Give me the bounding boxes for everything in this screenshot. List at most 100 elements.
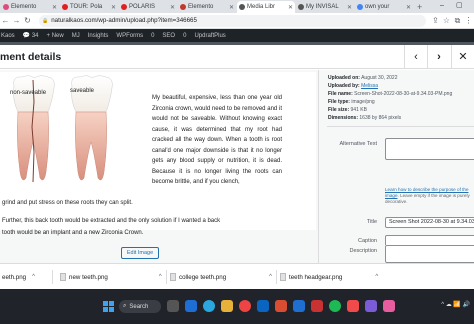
browser-tab-active[interactable]: Media Libr ✕ [237, 1, 295, 13]
admin-bar-updraftplus[interactable]: UpdraftPlus [194, 33, 225, 39]
admin-bar-mj[interactable]: MJ [72, 33, 80, 39]
forward-icon[interactable]: → [11, 16, 22, 25]
search-icon: ⌕ [123, 303, 127, 309]
system-tray[interactable]: ^ ☁ 📶 🔊 [441, 301, 470, 308]
browser-tab[interactable]: Elemento ✕ [1, 1, 59, 13]
windows-taskbar: ⌕ Search ^ ☁ 📶 🔊 [0, 290, 474, 324]
caption-label: Caption [358, 238, 377, 244]
admin-bar-new[interactable]: + New [47, 33, 64, 39]
close-tab-icon[interactable]: ✕ [347, 4, 352, 11]
admin-bar-badge: 0 [183, 32, 187, 39]
url-text: naturalkaos.com/wp-admin/upload.php?item… [51, 17, 197, 24]
description-label: Description [349, 248, 377, 254]
chevron-up-icon[interactable]: ^ [375, 274, 378, 280]
divider [52, 270, 53, 284]
file-explorer-icon[interactable] [221, 300, 233, 312]
tab-favicon-icon [3, 4, 9, 10]
download-item[interactable]: eeth.png ^ [2, 268, 35, 286]
title-input[interactable]: Screen Shot 2022-08-30 at 9.34.03 PM [385, 217, 474, 228]
spotify-icon[interactable] [329, 300, 341, 312]
uploaded-by-link[interactable]: Melissa [361, 83, 378, 89]
label-non-saveable: non-saveable [10, 90, 47, 96]
browser-tab[interactable]: My INVISAL ✕ [296, 1, 354, 13]
chrome-icon[interactable] [239, 300, 251, 312]
modal-header: ment details ‹ › ✕ [0, 45, 474, 69]
browser-tab[interactable]: TOUR: Pola ✕ [60, 1, 118, 13]
widgets-icon[interactable] [185, 300, 197, 312]
admin-bar-site[interactable]: Kaos [1, 33, 15, 39]
description-input[interactable] [385, 245, 474, 263]
attachment-info-sidebar: Uploaded on: August 30, 2022 Uploaded by… [318, 70, 474, 263]
tab-favicon-icon [121, 4, 127, 10]
attachment-media-view: non-saveable saveable My beautiful, expe… [0, 70, 318, 263]
share-icon[interactable]: ⇪ [430, 16, 441, 25]
attachment-details-modal: ment details ‹ › ✕ non-saveable saveable… [0, 45, 474, 263]
close-tab-icon[interactable]: ✕ [52, 4, 57, 11]
close-modal-button[interactable]: ✕ [451, 45, 474, 69]
file-icon [170, 273, 176, 281]
chevron-up-icon[interactable]: ^ [269, 274, 272, 280]
alt-text-label: Alternative Text [339, 141, 377, 147]
url-input[interactable]: 🔒 naturalkaos.com/wp-admin/upload.php?ite… [39, 14, 426, 27]
modal-title: ment details [0, 51, 62, 63]
chevron-up-icon[interactable]: ^ [159, 274, 162, 280]
bookmark-star-icon[interactable]: ☆ [441, 16, 452, 25]
minimize-icon[interactable]: – [440, 0, 444, 12]
browser-tab[interactable]: POLARIS ✕ [119, 1, 177, 13]
wp-admin-bar: Kaos 💬 34 + New MJ Insights WPForms 0 SE… [0, 29, 474, 42]
close-tab-icon[interactable]: ✕ [406, 4, 411, 11]
maximize-icon[interactable]: ▢ [456, 0, 463, 12]
admin-bar-wpforms[interactable]: WPForms [116, 33, 143, 39]
file-name: File name: Screen-Shot-2022-08-30-at-9.3… [328, 91, 453, 97]
title-label: Title [366, 219, 377, 225]
admin-bar-seo[interactable]: SEO [162, 33, 175, 39]
app-icon[interactable] [365, 300, 377, 312]
divider [166, 270, 167, 284]
download-bar: eeth.png ^ new teeth.png ^ college teeth.p… [0, 263, 474, 289]
close-tab-icon[interactable]: ✕ [229, 4, 234, 11]
close-tab-icon[interactable]: ✕ [111, 4, 116, 11]
pdf-icon[interactable] [311, 300, 323, 312]
reload-icon[interactable]: ↻ [22, 16, 33, 25]
browser-tab[interactable]: own your ✕ [355, 1, 413, 13]
edge-icon[interactable] [203, 300, 215, 312]
menu-dots-icon[interactable]: ⋮ [463, 16, 474, 25]
close-tab-icon[interactable]: ✕ [288, 4, 293, 11]
app-icon[interactable] [383, 300, 395, 312]
extensions-icon[interactable]: ⧉ [452, 16, 463, 26]
back-icon[interactable]: ← [0, 16, 11, 25]
store-icon[interactable] [257, 300, 269, 312]
uploaded-by: Uploaded by: Melissa [328, 83, 379, 89]
app-icon[interactable] [347, 300, 359, 312]
close-tab-icon[interactable]: ✕ [170, 4, 175, 11]
admin-bar-comments[interactable]: 💬 34 [23, 32, 39, 39]
file-size: File size: 941 KB [328, 107, 367, 113]
chevron-up-icon[interactable]: ^ [32, 274, 35, 280]
admin-bar-insights[interactable]: Insights [88, 33, 109, 39]
dimensions: Dimensions: 1638 by 864 pixels [328, 115, 402, 121]
edit-image-button[interactable]: Edit Image [121, 247, 159, 259]
admin-bar-badge: 0 [151, 32, 155, 39]
task-view-icon[interactable] [167, 300, 179, 312]
office-icon[interactable] [275, 300, 287, 312]
browser-tab-strip: Elemento ✕ TOUR: Pola ✕ POLARIS ✕ Elemento ✕… [0, 0, 474, 13]
download-item[interactable]: new teeth.png ^ [60, 268, 162, 286]
alt-text-input[interactable] [385, 138, 474, 160]
tab-favicon-icon [357, 4, 363, 10]
image-paragraph-1: My beautiful, expensive, less than one y… [152, 95, 282, 185]
windows-start-icon[interactable] [103, 301, 114, 312]
alt-text-help: Learn how to describe the purpose of the… [385, 187, 470, 204]
browser-tab[interactable]: Elemento ✕ [178, 1, 236, 13]
previous-attachment-button[interactable]: ‹ [404, 45, 427, 69]
word-icon[interactable] [293, 300, 305, 312]
next-attachment-button[interactable]: › [427, 45, 450, 69]
download-item[interactable]: college teeth.png ^ [170, 268, 272, 286]
new-tab-button[interactable]: + [417, 1, 422, 13]
tab-favicon-icon [62, 4, 68, 10]
attachment-image: non-saveable saveable My beautiful, expe… [0, 72, 316, 230]
taskbar-search[interactable]: ⌕ Search [119, 300, 161, 313]
file-icon [60, 273, 66, 281]
download-item[interactable]: teeth headgear.png ^ [280, 268, 378, 286]
tab-favicon-icon [180, 4, 186, 10]
divider [276, 270, 277, 284]
